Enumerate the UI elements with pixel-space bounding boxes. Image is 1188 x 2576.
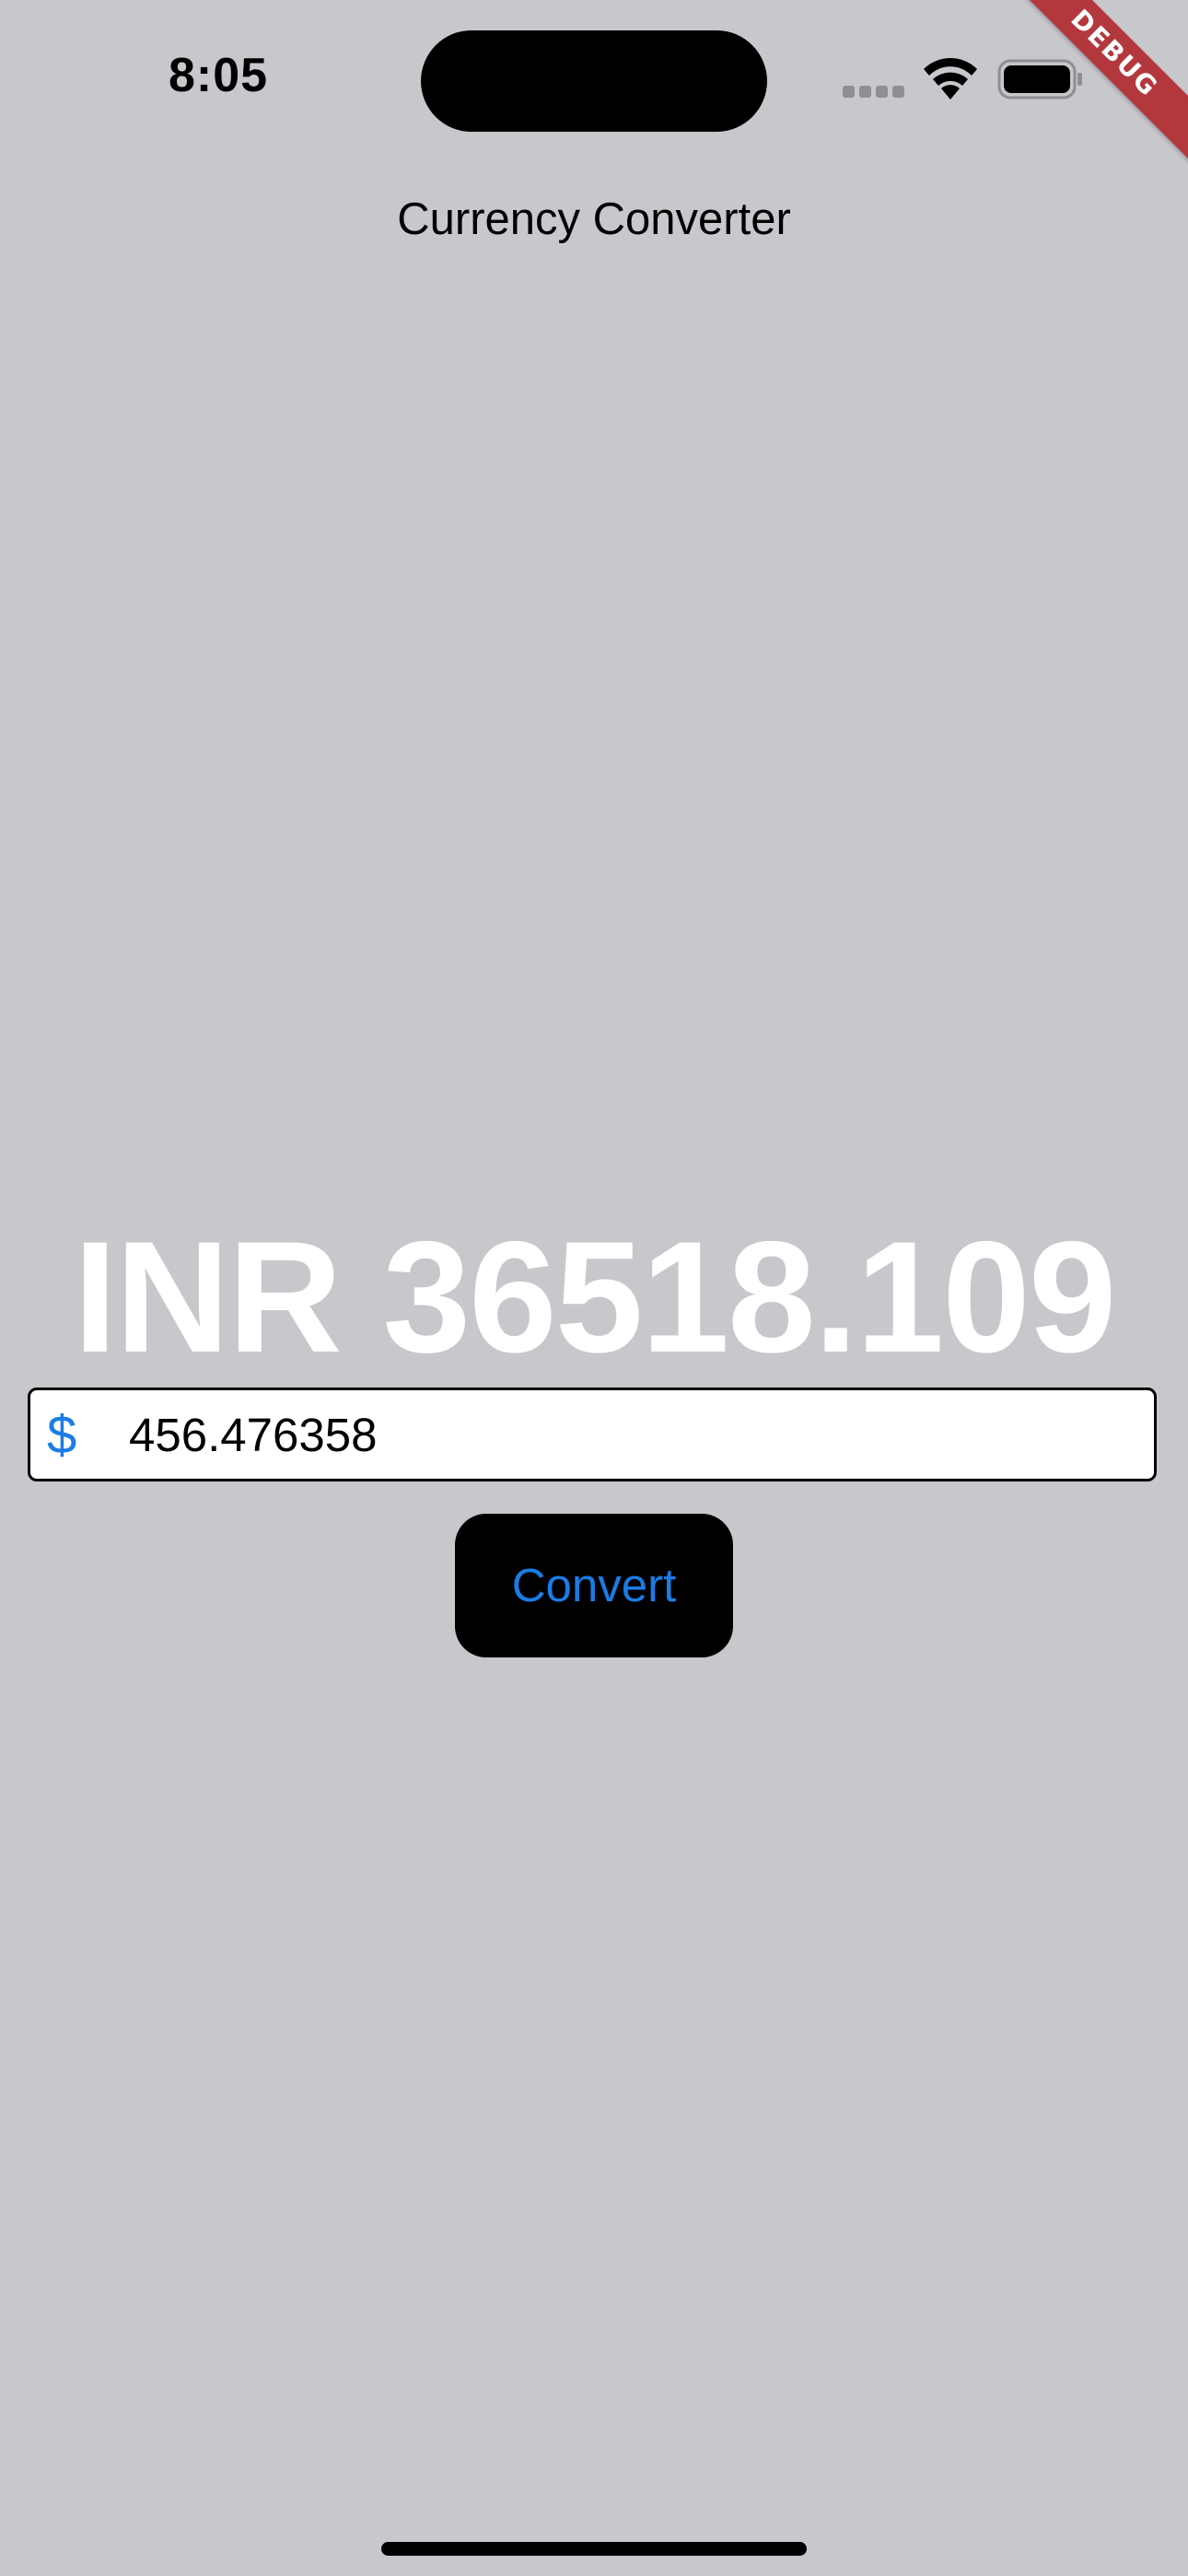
page-title: Currency Converter — [397, 194, 791, 244]
status-time: 8:05 — [169, 49, 269, 102]
conversion-result: INR 36518.109 — [73, 1209, 1116, 1386]
convert-button[interactable]: Convert — [455, 1514, 733, 1657]
battery-icon — [997, 59, 1082, 100]
status-bar: 8:05 — [0, 0, 1188, 157]
dynamic-island — [421, 30, 767, 132]
dollar-icon: $ — [47, 1405, 77, 1465]
cellular-signal-icon — [843, 86, 905, 99]
amount-input[interactable] — [116, 1399, 1142, 1469]
wifi-icon — [924, 57, 977, 100]
amount-field[interactable]: $ — [28, 1388, 1157, 1481]
home-indicator[interactable] — [381, 2542, 807, 2556]
